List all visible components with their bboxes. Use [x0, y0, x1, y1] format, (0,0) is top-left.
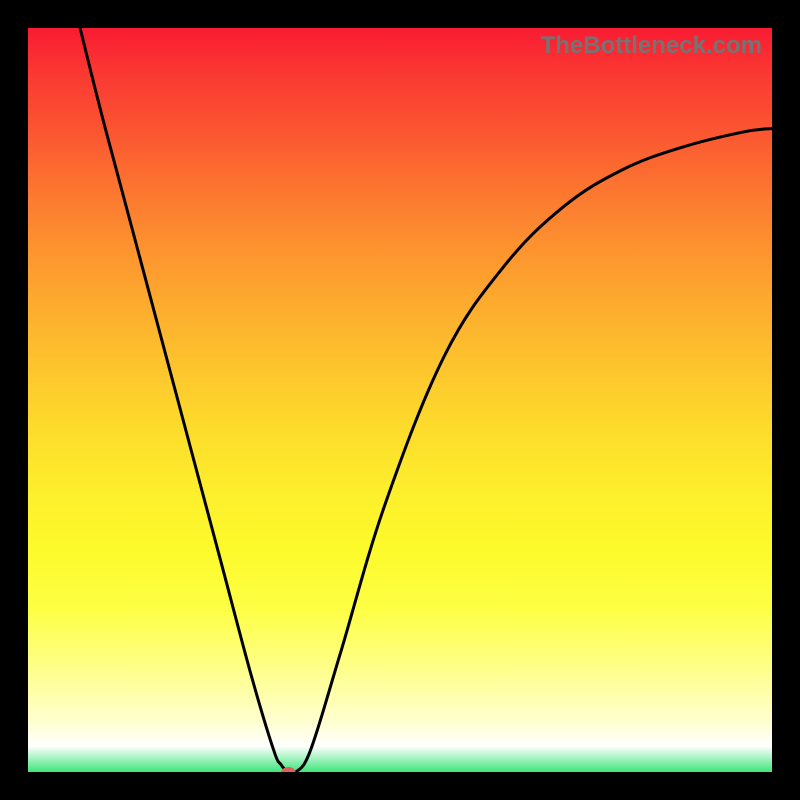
- curve-svg: [28, 28, 772, 772]
- optimal-marker: [281, 767, 295, 772]
- bottleneck-curve: [80, 28, 772, 772]
- watermark-text: TheBottleneck.com: [541, 32, 762, 60]
- plot-area: TheBottleneck.com: [28, 28, 772, 772]
- chart-frame: TheBottleneck.com: [0, 0, 800, 800]
